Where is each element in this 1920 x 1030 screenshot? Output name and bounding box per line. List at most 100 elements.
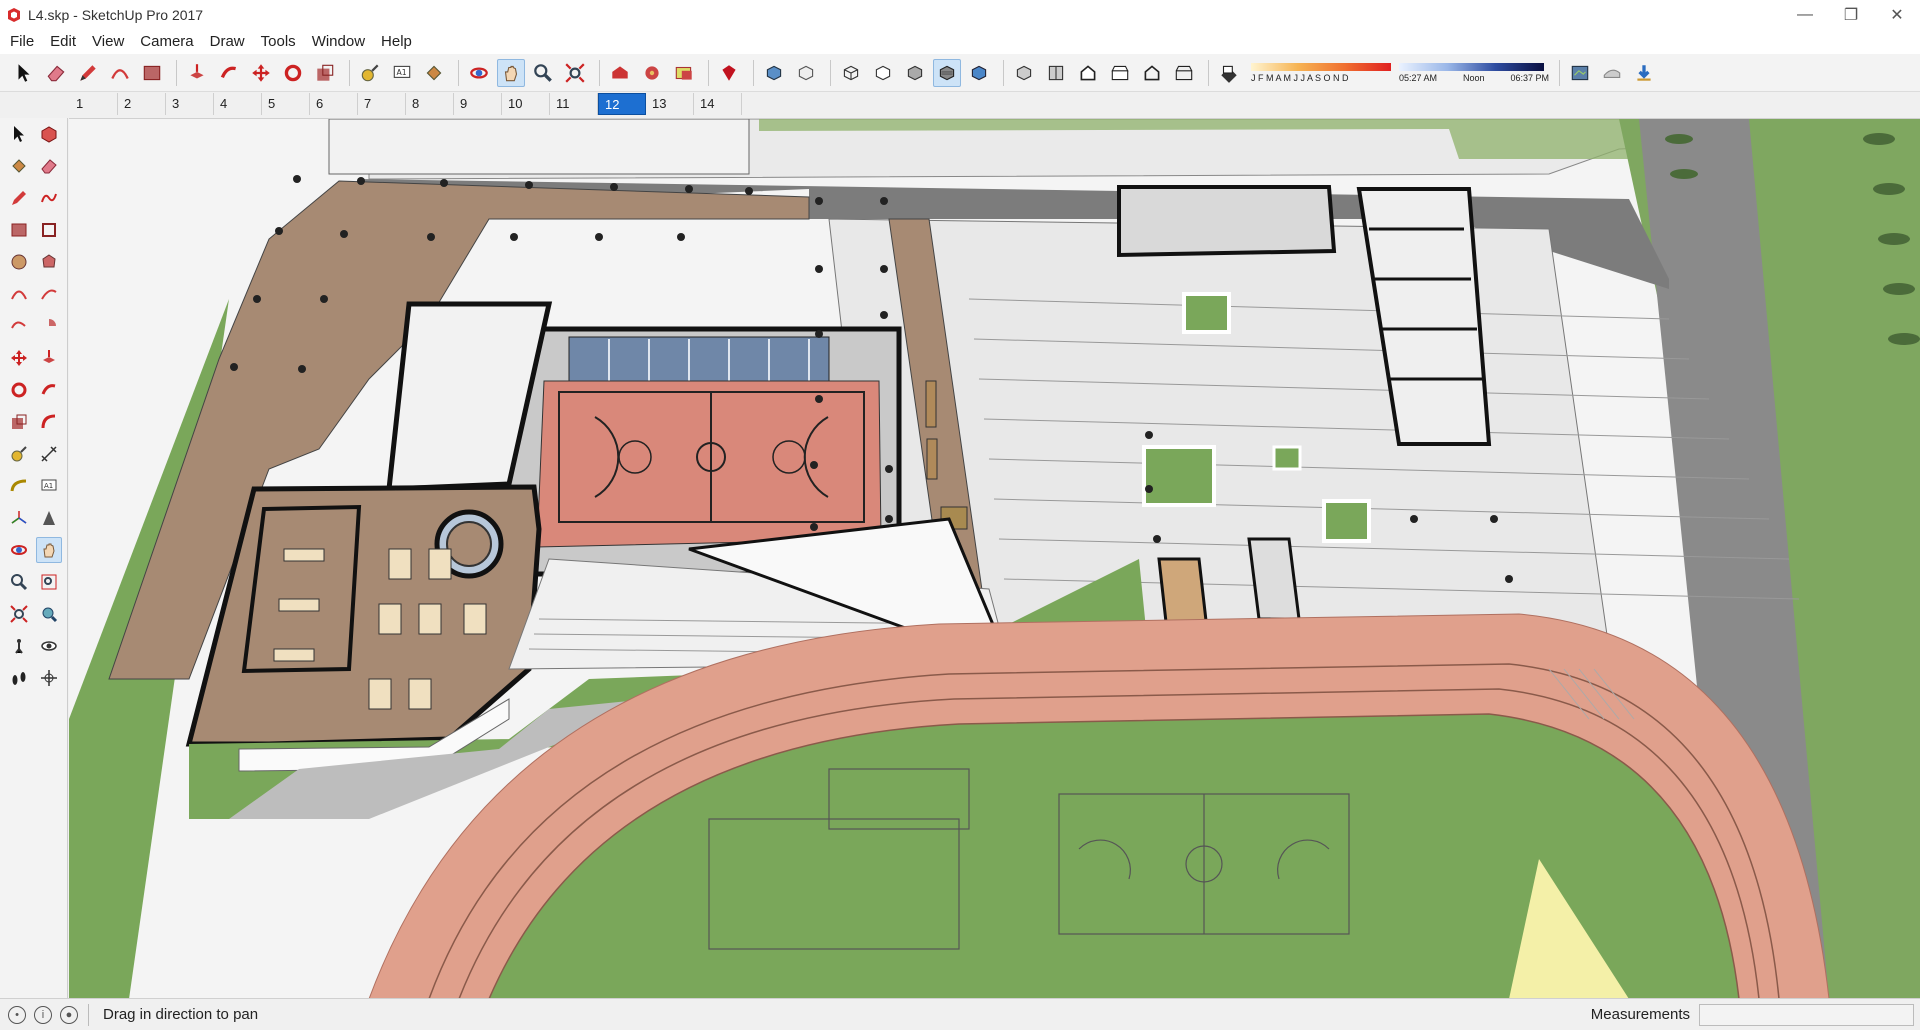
- text-icon[interactable]: A1: [37, 473, 63, 499]
- orbit-icon[interactable]: [6, 537, 31, 563]
- pan-icon[interactable]: [497, 58, 525, 87]
- position-camera-icon[interactable]: [6, 633, 32, 659]
- polygon-icon[interactable]: [37, 249, 63, 275]
- arc-icon[interactable]: [106, 59, 134, 87]
- two-point-arc-icon[interactable]: [37, 281, 63, 307]
- pencil-icon[interactable]: [6, 185, 32, 211]
- paint-bucket-icon[interactable]: [420, 59, 448, 87]
- walk-icon[interactable]: [6, 665, 32, 691]
- freehand-icon[interactable]: [37, 185, 63, 211]
- menu-help[interactable]: Help: [373, 29, 420, 54]
- xray-icon[interactable]: [760, 59, 788, 87]
- arc-icon[interactable]: [6, 281, 32, 307]
- rotate-icon[interactable]: [6, 377, 32, 403]
- menu-view[interactable]: View: [84, 29, 132, 54]
- move-icon[interactable]: [6, 345, 32, 371]
- scene-tab-7[interactable]: 7: [358, 93, 406, 115]
- measurements-input[interactable]: [1699, 1003, 1914, 1026]
- orbit-icon[interactable]: [465, 59, 493, 87]
- tape-measure-icon[interactable]: [6, 441, 32, 467]
- layout-icon[interactable]: [670, 59, 698, 87]
- push-pull-icon[interactable]: [183, 59, 211, 87]
- menu-window[interactable]: Window: [304, 29, 373, 54]
- extension-warehouse-icon[interactable]: [638, 59, 666, 87]
- menu-camera[interactable]: Camera: [132, 29, 201, 54]
- scene-tab-12[interactable]: 12: [598, 93, 646, 115]
- follow-me-icon[interactable]: [37, 377, 63, 403]
- pan-icon[interactable]: [36, 537, 62, 563]
- dimension-icon[interactable]: [37, 441, 63, 467]
- scene-tab-2[interactable]: 2: [118, 93, 166, 115]
- scene-tab-1[interactable]: 1: [70, 93, 118, 115]
- push-pull-icon[interactable]: [37, 345, 63, 371]
- rotated-rectangle-icon[interactable]: [37, 217, 63, 243]
- close-button[interactable]: ✕: [1874, 0, 1920, 29]
- zoom-icon[interactable]: [6, 569, 32, 595]
- select-icon[interactable]: [10, 59, 38, 87]
- rotate-icon[interactable]: [279, 59, 307, 87]
- front-view-icon[interactable]: [1074, 59, 1102, 87]
- section-plane-icon[interactable]: [37, 665, 63, 691]
- circle-icon[interactable]: [6, 249, 32, 275]
- scene-tab-8[interactable]: 8: [406, 93, 454, 115]
- location-icon[interactable]: [1566, 59, 1594, 87]
- user-icon[interactable]: ●: [60, 1005, 78, 1024]
- axes-icon[interactable]: [6, 505, 32, 531]
- follow-me-icon[interactable]: [215, 59, 243, 87]
- scale-icon[interactable]: [311, 59, 339, 87]
- rectangle-icon[interactable]: [138, 59, 166, 87]
- zoom-window-icon[interactable]: [37, 569, 63, 595]
- look-around-icon[interactable]: [37, 633, 63, 659]
- shaded-textures-icon[interactable]: [933, 58, 961, 87]
- menu-file[interactable]: File: [2, 29, 42, 54]
- previous-view-icon[interactable]: [37, 601, 63, 627]
- select-icon[interactable]: [6, 121, 32, 147]
- menu-draw[interactable]: Draw: [202, 29, 253, 54]
- rectangle-icon[interactable]: [6, 217, 32, 243]
- tape-measure-icon[interactable]: [356, 59, 384, 87]
- scene-tab-4[interactable]: 4: [214, 93, 262, 115]
- scene-tab-5[interactable]: 5: [262, 93, 310, 115]
- shaded-icon[interactable]: [901, 59, 929, 87]
- component-icon[interactable]: [37, 121, 63, 147]
- shadow-time-slider[interactable]: 05:27 AM Noon 06:37 PM: [1399, 58, 1549, 88]
- protractor-icon[interactable]: [6, 473, 32, 499]
- wireframe-icon[interactable]: [837, 59, 865, 87]
- pie-icon[interactable]: [37, 313, 63, 339]
- restore-button[interactable]: ❐: [1828, 0, 1874, 29]
- scene-tab-9[interactable]: 9: [454, 93, 502, 115]
- credits-icon[interactable]: i: [34, 1005, 52, 1024]
- monochrome-icon[interactable]: [965, 59, 993, 87]
- scene-tab-14[interactable]: 14: [694, 93, 742, 115]
- pencil-icon[interactable]: [74, 59, 102, 87]
- eraser-icon[interactable]: [37, 153, 63, 179]
- three-point-arc-icon[interactable]: [6, 313, 32, 339]
- paint-bucket-icon[interactable]: [6, 153, 32, 179]
- scene-tab-11[interactable]: 11: [550, 93, 598, 115]
- left-view-icon[interactable]: [1170, 59, 1198, 87]
- scene-tab-10[interactable]: 10: [502, 93, 550, 115]
- ruby-icon[interactable]: [715, 59, 743, 87]
- geolocation-icon[interactable]: •: [8, 1005, 26, 1024]
- right-view-icon[interactable]: [1106, 59, 1134, 87]
- warehouse-icon[interactable]: [606, 59, 634, 87]
- shadow-date-slider[interactable]: J F M A M J J A S O N D: [1251, 58, 1391, 88]
- scene-tab-13[interactable]: 13: [646, 93, 694, 115]
- menu-edit[interactable]: Edit: [42, 29, 84, 54]
- back-view-icon[interactable]: [1138, 59, 1166, 87]
- iso-view-icon[interactable]: [1010, 59, 1038, 87]
- text-icon[interactable]: A1: [388, 59, 416, 87]
- offset-icon[interactable]: [37, 409, 63, 435]
- scene-tab-3[interactable]: 3: [166, 93, 214, 115]
- shadows-toggle-icon[interactable]: [1215, 59, 1243, 87]
- move-icon[interactable]: [247, 59, 275, 87]
- 3d-text-icon[interactable]: [37, 505, 63, 531]
- zoom-icon[interactable]: [529, 59, 557, 87]
- zoom-extents-icon[interactable]: [561, 59, 589, 87]
- get-models-icon[interactable]: [1630, 59, 1658, 87]
- model-viewport[interactable]: [69, 118, 1920, 998]
- eraser-icon[interactable]: [42, 59, 70, 87]
- back-edges-icon[interactable]: [792, 59, 820, 87]
- menu-tools[interactable]: Tools: [253, 29, 304, 54]
- zoom-extents-icon[interactable]: [6, 601, 32, 627]
